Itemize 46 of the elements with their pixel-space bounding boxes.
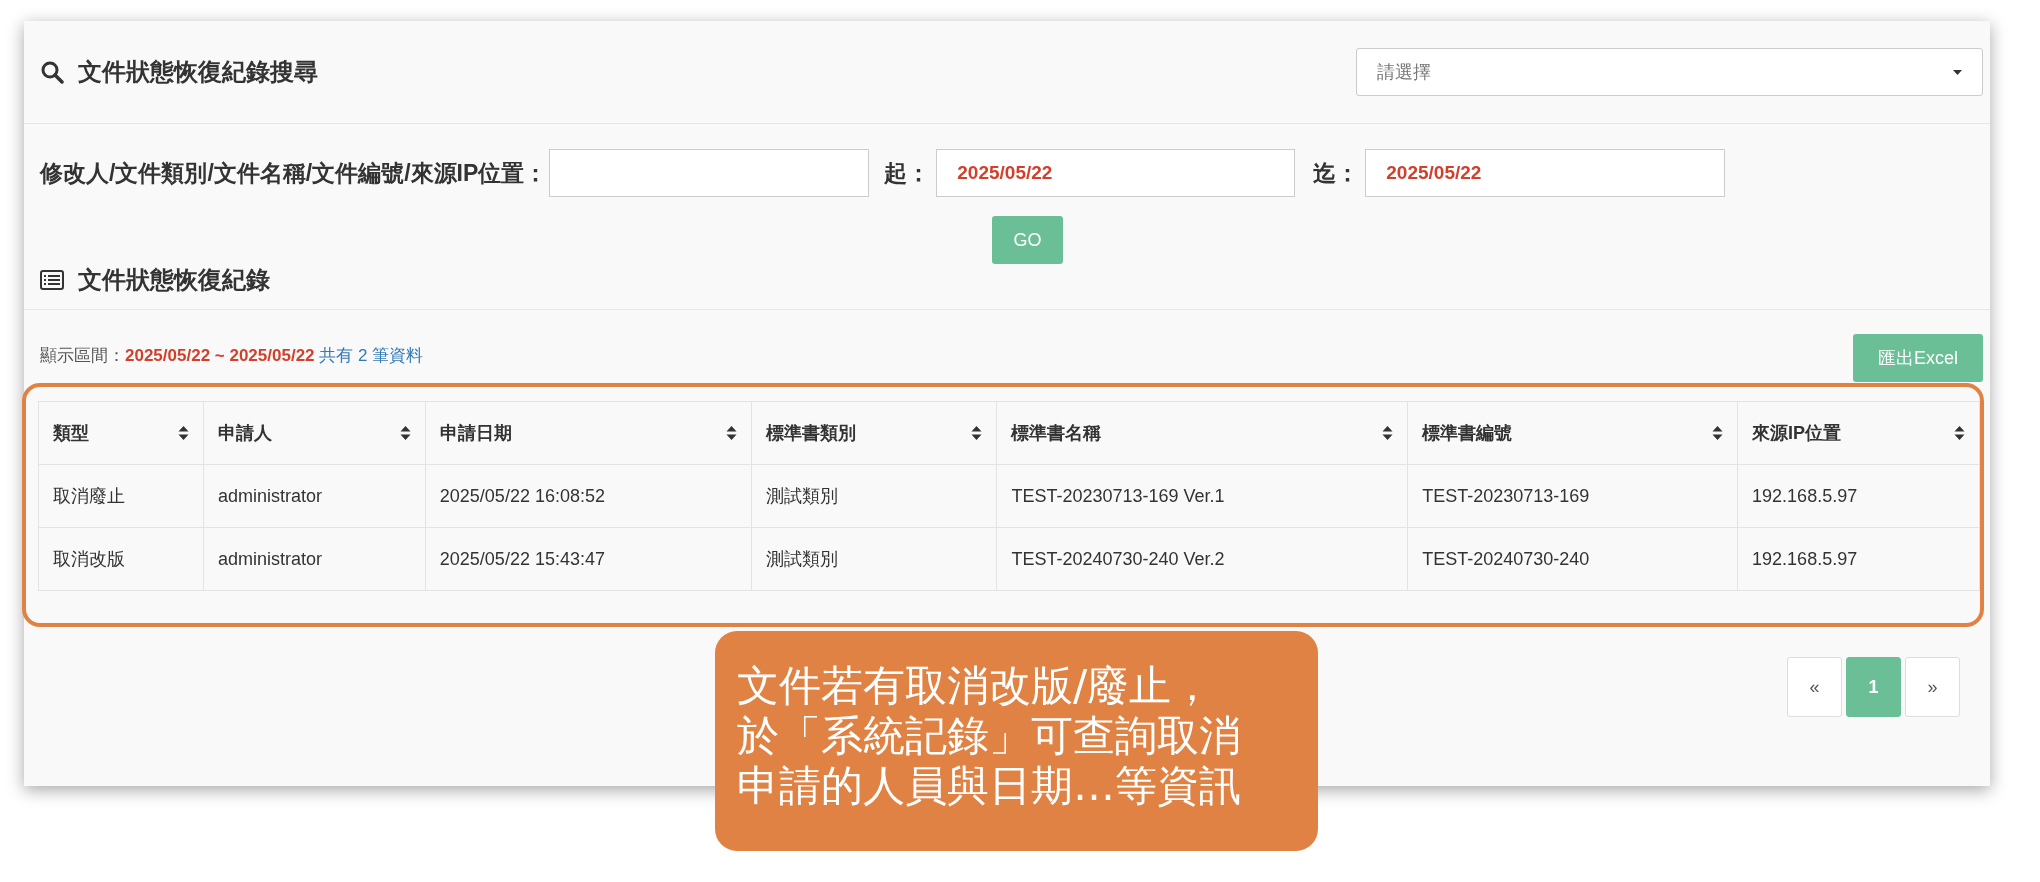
table-cell: 192.168.5.97 <box>1737 464 1980 528</box>
column-header[interactable]: 申請人 <box>203 401 426 465</box>
sort-icon[interactable] <box>971 425 983 441</box>
list-icon <box>40 269 64 290</box>
sort-icon[interactable] <box>177 425 189 441</box>
section-title: 文件狀態恢復紀錄 <box>78 264 270 295</box>
table-cell: 取消改版 <box>38 527 204 591</box>
page-button[interactable]: « <box>1787 657 1842 717</box>
sort-icon[interactable] <box>1954 425 1965 441</box>
column-header[interactable]: 類型 <box>38 401 204 465</box>
column-header[interactable]: 標準書名稱 <box>996 401 1408 465</box>
column-header[interactable]: 來源IP位置 <box>1737 401 1980 465</box>
sort-icon[interactable] <box>1382 425 1394 441</box>
from-date-input[interactable]: 2025/05/22 <box>936 149 1296 197</box>
table-cell: administrator <box>203 527 426 591</box>
sort-icon[interactable] <box>1712 425 1724 441</box>
select-dropdown[interactable]: 請選擇 <box>1356 48 1983 96</box>
sort-icon[interactable] <box>725 425 737 441</box>
table-cell: TEST-20240730-240 <box>1407 527 1738 591</box>
table-cell: 192.168.5.97 <box>1737 527 1980 591</box>
table-cell: administrator <box>203 464 426 528</box>
callout-text: 文件若有取消改版/廢止， <box>737 661 1215 711</box>
caret-icon <box>1953 69 1962 75</box>
table-cell: TEST-20230713-169 <box>1407 464 1738 528</box>
table-cell: TEST-20230713-169 Ver.1 <box>996 464 1408 528</box>
table-cell: 取消廢止 <box>38 464 204 528</box>
range-summary: 顯示區間：2025/05/22 ~ 2025/05/22 共有 2 筆資料 <box>40 344 424 367</box>
table-cell: TEST-20240730-240 Ver.2 <box>996 527 1408 591</box>
to-label: 迄： <box>1313 158 1360 188</box>
to-date-input[interactable]: 2025/05/22 <box>1365 149 1726 197</box>
table-cell: 2025/05/22 15:43:47 <box>425 527 752 591</box>
page-button[interactable]: » <box>1905 657 1960 717</box>
sort-icon[interactable] <box>399 425 411 441</box>
table-cell: 測試類別 <box>751 527 997 591</box>
column-header[interactable]: 申請日期 <box>425 401 752 465</box>
panel-title: 文件狀態恢復紀錄搜尋 <box>78 57 318 87</box>
table-cell: 測試類別 <box>751 464 997 528</box>
search-icon <box>40 60 64 84</box>
callout-text: 申請的人員與日期…等資訊 <box>737 761 1242 811</box>
callout-text: 於「系統記錄」可查詢取消 <box>737 711 1242 761</box>
filter-label: 修改人/文件類別/文件名稱/文件編號/來源IP位置： <box>40 158 548 188</box>
column-header[interactable]: 標準書類別 <box>751 401 997 465</box>
column-header[interactable]: 標準書編號 <box>1407 401 1738 465</box>
table-cell: 2025/05/22 16:08:52 <box>425 464 752 528</box>
from-label: 起： <box>884 158 931 188</box>
keyword-input[interactable] <box>549 149 870 197</box>
